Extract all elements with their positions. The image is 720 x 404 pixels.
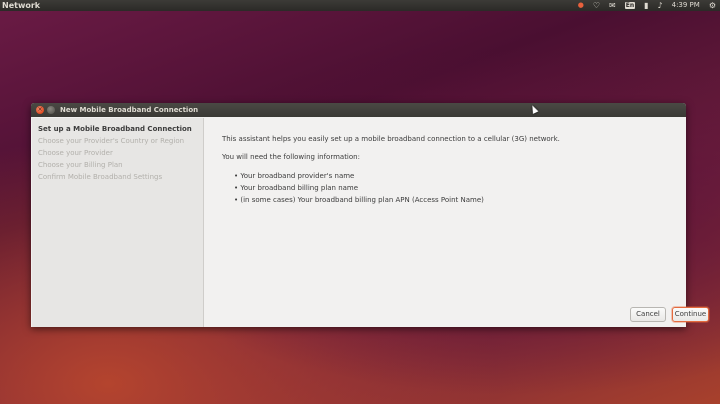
window-titlebar[interactable]: × New Mobile Broadband Connection <box>31 103 686 117</box>
top-panel: Network ● ♡ ✉ En ▮ ♪ 4:39 PM ⚙ <box>0 0 720 11</box>
bullet-provider-name: • Your broadband provider's name <box>234 172 355 180</box>
window-title: New Mobile Broadband Connection <box>60 106 199 114</box>
step-confirm: Confirm Mobile Broadband Settings <box>38 173 163 181</box>
keyboard-icon[interactable]: En <box>624 2 636 9</box>
app-menu-title[interactable]: Network <box>2 0 40 11</box>
clock[interactable]: 4:39 PM <box>672 0 700 11</box>
mail-icon[interactable]: ✉ <box>609 0 616 11</box>
step-billing-plan: Choose your Billing Plan <box>38 161 123 169</box>
indicator-tray: ● ♡ ✉ En ▮ ♪ 4:39 PM ⚙ <box>578 0 716 11</box>
record-icon[interactable]: ● <box>578 0 584 11</box>
wizard-content: This assistant helps you easily set up a… <box>204 118 709 327</box>
bullet-apn: • (in some cases) Your broadband billing… <box>234 196 484 204</box>
intro-text: This assistant helps you easily set up a… <box>222 135 560 143</box>
need-info-text: You will need the following information: <box>222 153 360 161</box>
close-icon[interactable]: × <box>36 106 44 114</box>
continue-button[interactable]: Continue <box>672 307 709 322</box>
battery-icon[interactable]: ▮ <box>644 0 648 11</box>
cancel-button[interactable]: Cancel <box>630 307 666 322</box>
minimize-icon[interactable] <box>47 106 55 114</box>
volume-icon[interactable]: ♪ <box>658 0 663 11</box>
step-setup: Set up a Mobile Broadband Connection <box>38 125 192 133</box>
wifi-icon[interactable]: ♡ <box>593 0 600 11</box>
bullet-billing-plan: • Your broadband billing plan name <box>234 184 359 192</box>
step-provider: Choose your Provider <box>38 149 113 157</box>
wizard-steps-sidebar: Set up a Mobile Broadband Connection Cho… <box>32 118 204 327</box>
step-country: Choose your Provider's Country or Region <box>38 137 185 145</box>
broadband-wizard-window: × New Mobile Broadband Connection Set up… <box>31 103 709 327</box>
gear-icon[interactable]: ⚙ <box>709 0 716 11</box>
